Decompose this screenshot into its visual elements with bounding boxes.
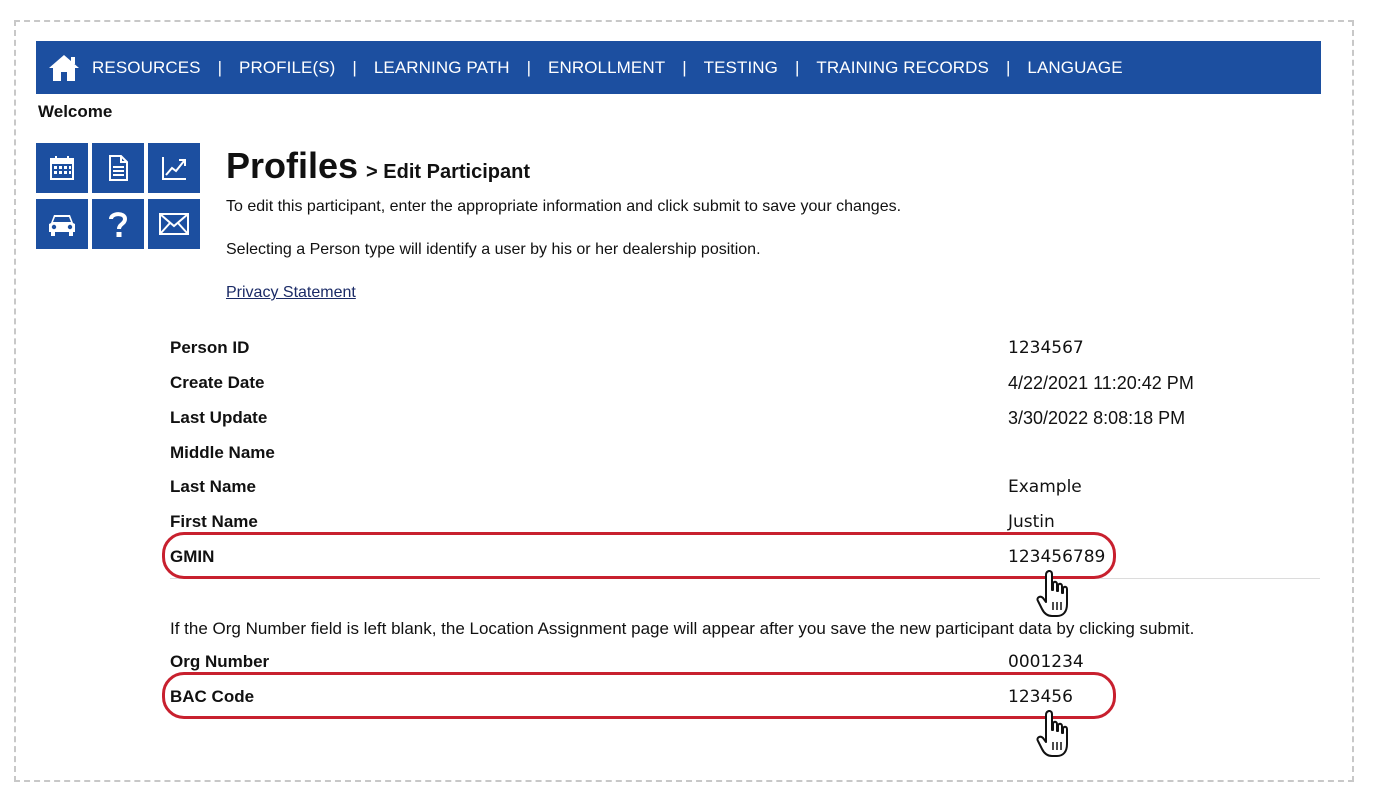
nav-profiles[interactable]: PROFILE(S) <box>239 58 335 78</box>
page-title-main: Profiles <box>226 145 359 186</box>
bac-code-highlight <box>162 672 1116 719</box>
page-title: Profiles > Edit Participant <box>226 145 530 187</box>
nav-separator: | <box>795 57 800 77</box>
nav-separator: | <box>352 57 357 77</box>
quick-icon-grid <box>36 143 208 249</box>
hand-pointer-icon <box>1036 570 1068 617</box>
gmin-highlight <box>162 532 1116 579</box>
nav-resources[interactable]: RESOURCES <box>92 58 201 78</box>
create-date-label: Create Date <box>170 373 265 392</box>
org-number-label: Org Number <box>170 652 270 671</box>
page-subtitle: > Edit Participant <box>366 161 530 183</box>
calendar-icon[interactable] <box>36 143 88 193</box>
last-update-label: Last Update <box>170 408 268 427</box>
middle-name-label: Middle Name <box>170 443 275 462</box>
nav-separator: | <box>682 57 687 77</box>
nav-learning-path[interactable]: LEARNING PATH <box>374 58 510 78</box>
person-id-label: Person ID <box>170 338 250 357</box>
create-date-value: 4/22/2021 11:20:42 PM <box>1008 373 1194 393</box>
last-name-value: Example <box>1008 477 1082 497</box>
nav-training-records[interactable]: TRAINING RECORDS <box>816 58 989 78</box>
chart-icon[interactable] <box>148 143 200 193</box>
nav-separator: | <box>217 57 223 77</box>
last-update-value: 3/30/2022 8:08:18 PM <box>1008 408 1186 428</box>
home-icon[interactable] <box>46 50 82 86</box>
nav-separator: | <box>1005 57 1011 77</box>
first-name-value: Justin <box>1008 512 1055 532</box>
document-icon[interactable] <box>92 143 144 193</box>
nav-testing[interactable]: TESTING <box>704 58 778 78</box>
hand-pointer-icon <box>1036 710 1068 757</box>
org-number-note: If the Org Number field is left blank, t… <box>170 619 1195 638</box>
nav-language[interactable]: LANGUAGE <box>1027 58 1122 78</box>
top-nav: RESOURCES | PROFILE(S) | LEARNING PATH |… <box>36 41 1321 94</box>
last-name-label: Last Name <box>170 477 256 496</box>
nav-enrollment[interactable]: ENROLLMENT <box>548 58 665 78</box>
first-name-label: First Name <box>170 512 258 531</box>
car-icon[interactable] <box>36 199 88 249</box>
org-number-value: 0001234 <box>1008 652 1084 672</box>
privacy-statement-link[interactable]: Privacy Statement <box>226 284 356 302</box>
help-icon[interactable] <box>92 199 144 249</box>
nav-separator: | <box>526 57 532 77</box>
intro-text-1: To edit this participant, enter the appr… <box>226 198 902 215</box>
person-id-value: 1234567 <box>1008 338 1084 358</box>
mail-icon[interactable] <box>148 199 200 249</box>
intro-text-2: Selecting a Person type will identify a … <box>226 241 761 258</box>
welcome-label: Welcome <box>38 102 113 121</box>
